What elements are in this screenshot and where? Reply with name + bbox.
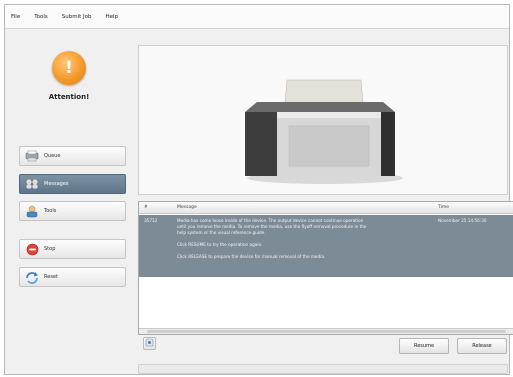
queue-button[interactable]: Queue (19, 146, 126, 166)
tools-label: Tools (44, 208, 57, 214)
tools-button[interactable]: Tools (19, 201, 126, 221)
resume-button[interactable]: Resume (399, 338, 449, 354)
column-header-number[interactable]: # (144, 205, 148, 210)
queue-label: Queue (44, 153, 61, 159)
messages-table: # Message Time 35712 Media has come loos… (138, 201, 513, 335)
alert-title: Attention! (48, 93, 90, 101)
messages-label: Messages (44, 181, 69, 187)
reset-label: Reset (44, 274, 58, 280)
table-row[interactable]: 35712 Media has come loose inside of the… (139, 215, 513, 277)
tools-icon (25, 204, 39, 218)
menu-bar: File Tools Submit Job Help (5, 5, 509, 29)
warning-icon: ! (52, 51, 86, 85)
stop-button[interactable]: Stop (19, 239, 126, 259)
messages-icon (25, 177, 39, 191)
scrollbar-thumb[interactable] (147, 330, 506, 333)
printer-illustration (245, 79, 403, 184)
stop-icon (25, 242, 39, 256)
horizontal-scrollbar[interactable] (139, 328, 513, 334)
status-bar (138, 364, 508, 374)
reset-button[interactable]: Reset (19, 267, 126, 287)
message-line: Click RELEASE to prepare the device for … (177, 254, 326, 259)
message-time: November 25 14:56:30 (438, 218, 487, 223)
application-window: File Tools Submit Job Help ! Attention! … (4, 4, 513, 375)
column-header-message[interactable]: Message (177, 205, 197, 210)
release-button[interactable]: Release (457, 338, 507, 354)
device-illustration-panel (138, 45, 508, 195)
queue-icon (25, 149, 39, 163)
sidebar: ! Attention! Queue Messages Tools Stop R… (5, 30, 133, 374)
stop-label: Stop (44, 246, 56, 252)
menu-tools[interactable]: Tools (34, 14, 48, 20)
menu-submit-job[interactable]: Submit Job (62, 14, 92, 20)
column-header-time[interactable]: Time (438, 205, 449, 210)
help-button[interactable] (143, 337, 156, 350)
help-icon (145, 338, 154, 349)
table-header: # Message Time (139, 202, 513, 214)
menu-file[interactable]: File (11, 14, 20, 20)
reset-icon (25, 270, 39, 284)
message-id: 35712 (144, 218, 158, 223)
messages-button[interactable]: Messages (19, 174, 126, 194)
menu-help[interactable]: Help (106, 14, 119, 20)
message-text: Media has come loose inside of the devic… (177, 218, 432, 260)
